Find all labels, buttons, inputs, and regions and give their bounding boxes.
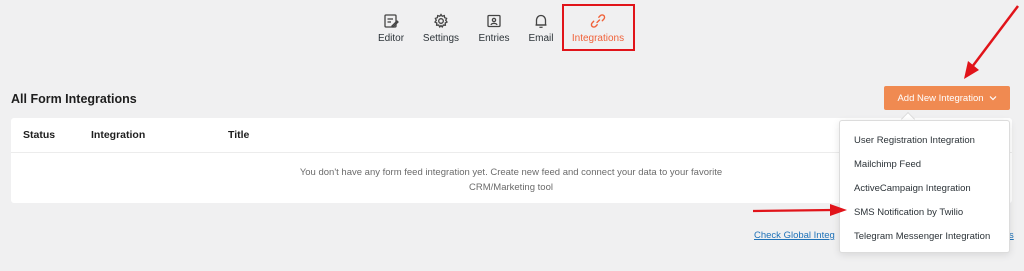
bell-icon [535,14,547,29]
empty-state-line-1: You don't have any form feed integration… [299,167,723,178]
arrow-to-twilio-item [752,204,847,216]
dropdown-item-telegram[interactable]: Telegram Messenger Integration [840,225,1009,249]
check-global-integrations-link[interactable]: Check Global Integ [754,230,835,241]
nav-settings-label: Settings [422,33,460,44]
add-new-integration-label: Add New Integration [897,92,984,104]
empty-state-message: You don't have any form feed integration… [271,165,751,195]
empty-state-line-2: CRM/Marketing tool [469,182,553,193]
column-header-integration: Integration [91,129,146,141]
page-title: All Form Integrations [11,92,137,106]
nav-settings[interactable]: Settings [411,8,471,44]
editor-icon [384,14,399,28]
column-header-status: Status [23,129,56,141]
dropdown-item-sms-twilio[interactable]: SMS Notification by Twilio [840,201,1009,225]
dropdown-item-activecampaign[interactable]: ActiveCampaign Integration [840,177,1009,201]
entries-icon [487,14,501,28]
gear-icon [434,13,448,29]
dropdown-item-mailchimp[interactable]: Mailchimp Feed [840,153,1009,177]
dropdown-item-user-registration[interactable]: User Registration Integration [840,129,1009,153]
top-navigation: Editor Settings Entries Email Integratio… [0,0,1024,56]
add-new-integration-button[interactable]: Add New Integration [884,86,1010,110]
chevron-down-icon [989,96,996,101]
integrations-highlight-box [562,4,635,51]
column-header-title: Title [228,129,250,141]
integration-dropdown-menu: User Registration Integration Mailchimp … [839,120,1010,253]
